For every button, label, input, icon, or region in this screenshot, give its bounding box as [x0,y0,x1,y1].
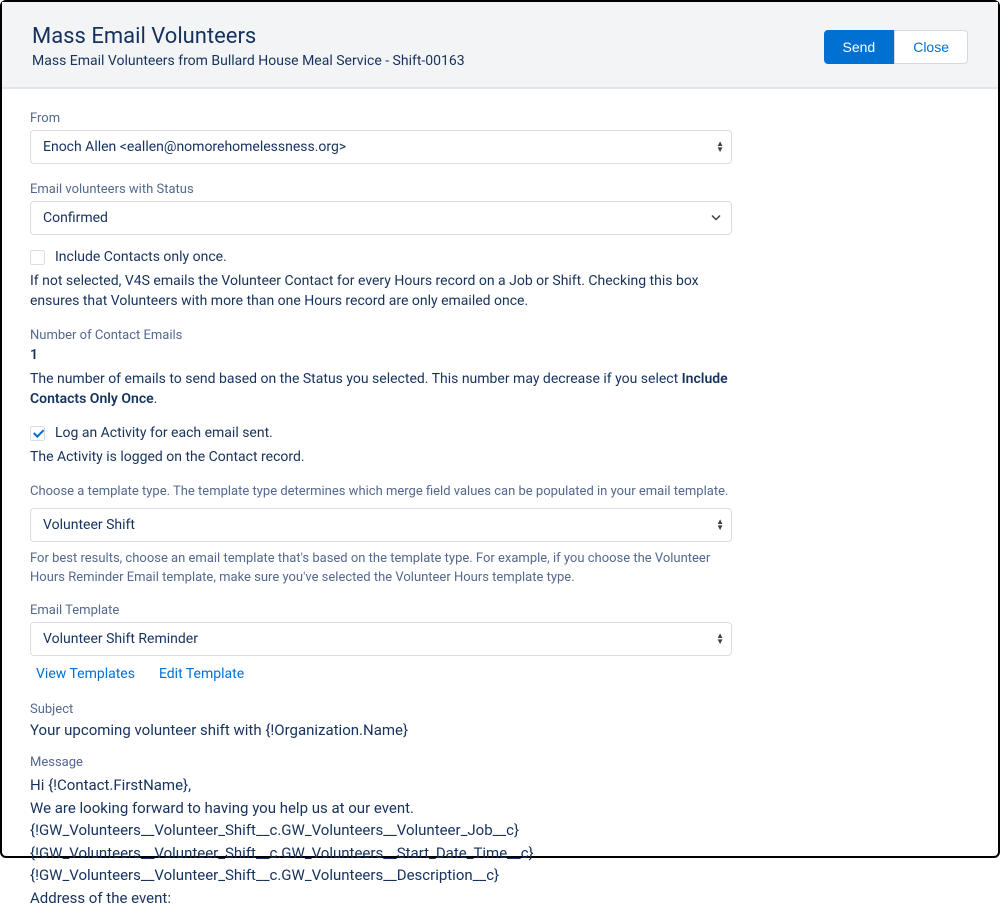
from-label: From [30,111,732,126]
status-label: Email volunteers with Status [30,182,732,197]
email-template-select[interactable]: Volunteer Shift Reminder ▲▼ [30,622,732,656]
header-text: Mass Email Volunteers Mass Email Volunte… [32,24,465,69]
count-help-post: . [154,391,158,407]
send-button[interactable]: Send [824,30,895,64]
include-once-label: Include Contacts only once. [55,249,227,265]
status-select[interactable]: Confirmed [30,201,732,235]
view-templates-link[interactable]: View Templates [36,666,135,682]
template-type-help: For best results, choose an email templa… [30,550,732,588]
from-select[interactable]: Enoch Allen <eallen@nomorehomelessness.o… [30,130,732,164]
page-subtitle: Mass Email Volunteers from Bullard House… [32,53,465,69]
log-activity-row: Log an Activity for each email sent. [30,425,732,441]
page-header: Mass Email Volunteers Mass Email Volunte… [2,2,998,88]
stepper-icon: ▲▼ [716,141,724,153]
from-value: Enoch Allen <eallen@nomorehomelessness.o… [30,130,732,164]
count-help-pre: The number of emails to send based on th… [30,371,682,387]
template-type-value: Volunteer Shift [30,508,732,542]
include-once-checkbox[interactable] [30,250,45,265]
message-label: Message [30,755,732,770]
form-content: From Enoch Allen <eallen@nomorehomelessn… [2,89,762,919]
template-type-pretext: Choose a template type. The template typ… [30,483,732,501]
email-template-label: Email Template [30,603,732,618]
subject-label: Subject [30,702,732,717]
subject-value: Your upcoming volunteer shift with {!Org… [30,721,732,739]
template-type-select[interactable]: Volunteer Shift ▲▼ [30,508,732,542]
stepper-icon: ▲▼ [716,633,724,645]
count-help: The number of emails to send based on th… [30,369,732,410]
log-activity-help: The Activity is logged on the Contact re… [30,447,732,467]
chevron-down-icon [710,209,722,228]
email-template-value: Volunteer Shift Reminder [30,622,732,656]
page-title: Mass Email Volunteers [32,24,465,49]
log-activity-label: Log an Activity for each email sent. [55,425,273,441]
status-value: Confirmed [30,201,732,235]
include-once-row: Include Contacts only once. [30,249,732,265]
close-button[interactable]: Close [894,30,968,64]
template-links: View Templates Edit Template [30,666,732,682]
message-body: Hi {!Contact.FirstName}, We are looking … [30,774,732,909]
include-once-help: If not selected, V4S emails the Voluntee… [30,271,732,312]
edit-template-link[interactable]: Edit Template [159,666,244,682]
count-label: Number of Contact Emails [30,328,732,343]
count-value: 1 [30,347,732,363]
header-buttons: Send Close [824,30,969,64]
stepper-icon: ▲▼ [716,519,724,531]
log-activity-checkbox[interactable] [30,426,45,441]
